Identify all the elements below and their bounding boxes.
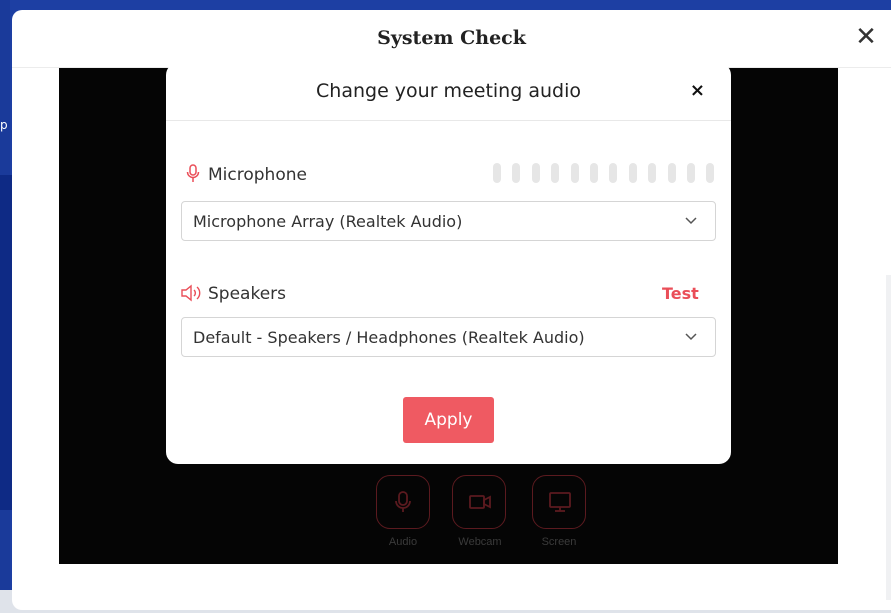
background-partial-text: p [0, 118, 8, 132]
level-bar [667, 163, 676, 183]
level-bar [609, 163, 618, 183]
screen-icon [549, 492, 571, 512]
microphone-icon [186, 164, 200, 182]
microphone-select-value: Microphone Array (Realtek Audio) [193, 212, 463, 231]
audio-settings-title: Change your meeting audio [316, 80, 581, 102]
level-bar [706, 163, 715, 183]
system-check-close-icon[interactable]: ✕ [853, 24, 879, 50]
background-left-panel [0, 175, 12, 510]
system-check-header: System Check ✕ [12, 10, 891, 68]
level-bar [687, 163, 695, 183]
audio-control-button[interactable] [376, 475, 430, 529]
level-bar [512, 163, 521, 183]
webcam-control-label: Webcam [458, 536, 502, 548]
level-bar [590, 163, 598, 183]
speakers-select[interactable]: Default - Speakers / Headphones (Realtek… [181, 317, 716, 357]
screen-control-label: Screen [541, 536, 577, 548]
level-bar [531, 163, 540, 183]
level-bar [628, 163, 637, 183]
apply-button[interactable]: Apply [403, 397, 494, 443]
microphone-label: Microphone [208, 165, 307, 185]
speaker-icon [181, 284, 201, 302]
microphone-select[interactable]: Microphone Array (Realtek Audio) [181, 201, 716, 241]
chevron-down-icon [685, 217, 697, 225]
chevron-down-icon [685, 333, 697, 341]
speakers-test-button[interactable]: Test [662, 284, 699, 303]
audio-control-label: Audio [388, 536, 418, 548]
scrollbar-track[interactable] [886, 275, 891, 600]
audio-settings-header: Change your meeting audio × [166, 63, 731, 121]
audio-settings-close-icon[interactable]: × [690, 80, 705, 101]
level-bar [493, 163, 501, 183]
speakers-select-value: Default - Speakers / Headphones (Realtek… [193, 328, 585, 347]
screen-control-button[interactable] [532, 475, 586, 529]
level-bar [570, 163, 579, 183]
speakers-label: Speakers [208, 284, 287, 304]
level-bar [648, 163, 657, 183]
webcam-control-button[interactable] [452, 475, 506, 529]
audio-settings-modal: Change your meeting audio × Microphone M… [166, 63, 731, 464]
microphone-icon [395, 491, 411, 512]
system-check-title: System Check [377, 27, 526, 49]
webcam-icon [469, 495, 491, 509]
level-bar [551, 163, 560, 183]
